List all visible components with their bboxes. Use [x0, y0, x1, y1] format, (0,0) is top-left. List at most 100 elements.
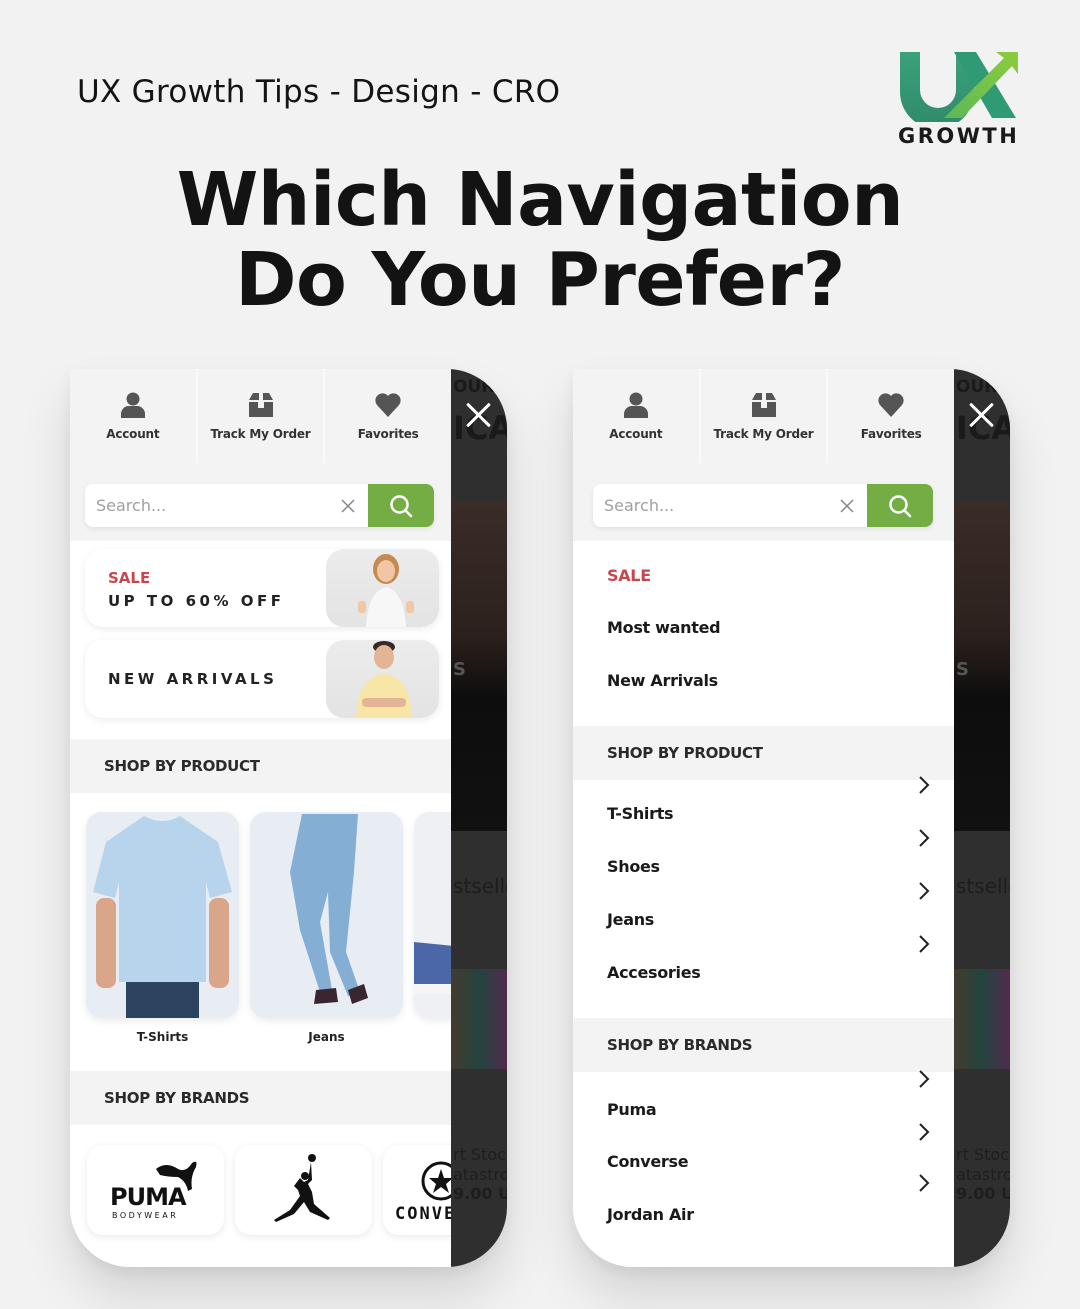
- promo-text: UP TO 60% OFF: [108, 592, 285, 610]
- chevron-right-icon[interactable]: [917, 881, 931, 901]
- close-icon: [840, 498, 854, 513]
- svg-text:CONVE: CONVE: [395, 1204, 456, 1224]
- chevron-right-icon[interactable]: [917, 934, 931, 954]
- background-product-image: [954, 969, 1010, 1069]
- user-icon: [623, 392, 648, 418]
- headline-line-2: Do You Prefer?: [235, 237, 845, 323]
- nav-item-accessories[interactable]: Accesories: [607, 963, 701, 982]
- nav-item-tshirts[interactable]: T-Shirts: [607, 804, 674, 823]
- man-arms-crossed-illustration: [356, 641, 412, 718]
- chevron-right-icon[interactable]: [917, 828, 931, 848]
- search-area: [573, 463, 954, 541]
- promo-sale-card[interactable]: SALE UP TO 60% OFF: [85, 549, 439, 627]
- quick-link-favorites[interactable]: Favorites: [325, 369, 452, 463]
- nav-item-most-wanted[interactable]: Most wanted: [607, 618, 721, 637]
- ux-logo-mark-icon: [900, 52, 1018, 122]
- search-input[interactable]: [85, 484, 328, 527]
- quick-link-account[interactable]: Account: [70, 369, 198, 463]
- quick-link-label: Account: [106, 427, 160, 441]
- quick-link-label: Favorites: [860, 427, 922, 441]
- search-icon: [889, 494, 912, 517]
- page-overlay-dimmed[interactable]: OUR L ICAT S stselle rt Stock atastrop 9…: [451, 369, 507, 1267]
- tagline: UX Growth Tips - Design - CRO: [77, 74, 561, 110]
- heart-icon: [878, 393, 904, 417]
- phone-right-list-navigation: Account Track My Order Favorites Search.…: [573, 369, 1010, 1267]
- quick-link-track-order[interactable]: Track My Order: [700, 369, 829, 463]
- user-icon: [120, 392, 145, 418]
- promo-new-arrivals-card[interactable]: NEW ARRIVALS: [85, 640, 439, 718]
- brand-card-jordan[interactable]: [235, 1145, 372, 1235]
- quick-link-track-order[interactable]: Track My Order: [197, 369, 326, 463]
- close-icon: [341, 498, 355, 513]
- search-area: [70, 463, 451, 541]
- background-text: OUR L: [453, 377, 507, 397]
- product-label: Jeans: [308, 1030, 345, 1044]
- side-menu-left: Account Track My Order Favorites Search.…: [70, 369, 507, 1267]
- quick-link-account[interactable]: Account: [573, 369, 701, 463]
- tshirt-image: [86, 812, 239, 1018]
- puma-logo-icon: PUMA BODYWEAR: [110, 1161, 196, 1220]
- chevron-right-icon[interactable]: [917, 1173, 931, 1193]
- background-text: atastrop: [453, 1165, 507, 1184]
- background-text: 9.00 US: [956, 1184, 1010, 1203]
- close-menu-button[interactable]: [465, 402, 491, 428]
- background-product-image: [451, 969, 507, 1069]
- quick-links: Account Track My Order Favorites: [573, 369, 955, 463]
- nav-item-sale[interactable]: SALE: [607, 566, 651, 585]
- ux-growth-logo: GROWTH: [896, 48, 1022, 152]
- background-text: OUR L: [956, 377, 1010, 397]
- product-card-tshirts[interactable]: [86, 812, 239, 1018]
- side-menu-right: Account Track My Order Favorites Search.…: [573, 369, 955, 1267]
- quick-link-favorites[interactable]: Favorites: [828, 369, 955, 463]
- heart-icon: [375, 393, 401, 417]
- close-menu-button[interactable]: [968, 402, 994, 428]
- promo-woman-image: [326, 549, 439, 627]
- chevron-right-icon[interactable]: [917, 1069, 931, 1089]
- background-text: 9.00 US: [453, 1184, 507, 1203]
- product-label: T-Shirts: [136, 1030, 189, 1044]
- background-text: stselle: [956, 874, 1010, 898]
- svg-text:BODYWEAR: BODYWEAR: [112, 1211, 178, 1220]
- search-bar: [85, 484, 434, 527]
- search-button[interactable]: [867, 484, 933, 527]
- phone-left-card-navigation: Account Track My Order Favorites Search.…: [70, 369, 507, 1267]
- quick-link-label: Track My Order: [713, 427, 814, 441]
- clear-search-button[interactable]: [328, 484, 368, 527]
- section-header-shop-by-product: SHOP BY PRODUCT: [573, 726, 954, 780]
- search-bar: [593, 484, 933, 527]
- background-text: atastrop: [956, 1165, 1010, 1184]
- background-text: S: [453, 659, 466, 680]
- jumpman-logo-icon: [273, 1154, 330, 1222]
- clear-search-button[interactable]: [827, 484, 867, 527]
- nav-item-new-arrivals[interactable]: New Arrivals: [607, 671, 718, 690]
- nav-item-puma[interactable]: Puma: [607, 1100, 657, 1119]
- product-card-jeans[interactable]: [250, 812, 403, 1018]
- page-headline: Which Navigation Do You Prefer?: [0, 160, 1080, 320]
- jeans-image: [250, 812, 403, 1018]
- quick-link-label: Favorites: [357, 427, 419, 441]
- section-header-shop-by-brands: SHOP BY BRANDS: [70, 1071, 451, 1125]
- nav-item-converse[interactable]: Converse: [607, 1152, 689, 1171]
- background-text: S: [956, 659, 969, 680]
- woman-thumbs-up-illustration: [358, 554, 414, 627]
- background-text: stselle: [453, 874, 507, 898]
- chevron-right-icon[interactable]: [917, 775, 931, 795]
- search-input[interactable]: [593, 484, 827, 527]
- background-text: rt Stock: [453, 1145, 507, 1164]
- quick-link-label: Account: [609, 427, 663, 441]
- promo-man-image: [326, 640, 439, 718]
- section-header-shop-by-brands: SHOP BY BRANDS: [573, 1018, 954, 1072]
- nav-item-jeans[interactable]: Jeans: [607, 910, 654, 929]
- promo-text: NEW ARRIVALS: [108, 670, 278, 688]
- chevron-right-icon[interactable]: [917, 1122, 931, 1142]
- sale-tag: SALE: [108, 569, 151, 587]
- page-overlay-dimmed[interactable]: OUR L ICAT S stselle rt Stock atastrop 9…: [954, 369, 1010, 1267]
- svg-text:PUMA: PUMA: [110, 1183, 187, 1211]
- brand-card-puma[interactable]: PUMA BODYWEAR: [87, 1145, 224, 1235]
- search-button[interactable]: [368, 484, 434, 527]
- nav-item-shoes[interactable]: Shoes: [607, 857, 660, 876]
- nav-item-jordan-air[interactable]: Jordan Air: [607, 1205, 694, 1224]
- background-text: rt Stock: [956, 1145, 1010, 1164]
- search-icon: [390, 494, 413, 517]
- quick-link-label: Track My Order: [210, 427, 311, 441]
